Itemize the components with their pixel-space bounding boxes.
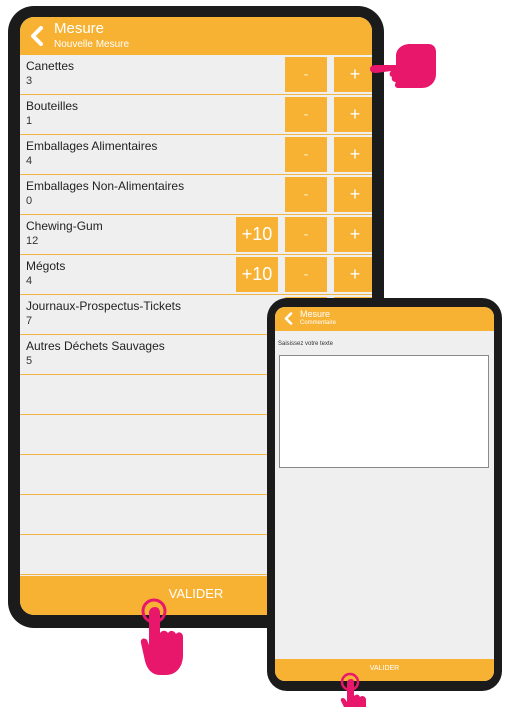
- item-count: 0: [26, 195, 33, 207]
- list-item: Chewing-Gum 12 +10- +: [20, 215, 372, 255]
- increment-button[interactable]: +: [334, 217, 372, 252]
- comment-header-title: Mesure: [300, 309, 331, 319]
- item-count: 3: [26, 75, 33, 87]
- increment-button[interactable]: +: [334, 137, 372, 172]
- item-count: 4: [26, 155, 33, 167]
- item-count: 5: [26, 355, 33, 367]
- main-header: Mesure Nouvelle Mesure: [20, 17, 372, 55]
- item-count: 4: [26, 275, 33, 287]
- list-item: Bouteilles 1 - +: [20, 95, 372, 135]
- decrement-button[interactable]: -: [285, 97, 327, 132]
- increment-button[interactable]: +: [334, 257, 372, 292]
- header-title: Mesure: [54, 20, 105, 37]
- list-item: Canettes 3- +: [20, 55, 372, 95]
- list-item: Mégots 4 +10- +: [20, 255, 372, 295]
- tapping-hand-small-icon: [340, 672, 366, 707]
- comment-textarea[interactable]: [279, 355, 489, 468]
- list-item: Emballages Alimentaires 4 - +: [20, 135, 372, 175]
- item-name: Chewing-Gum: [26, 219, 103, 233]
- comment-header-subtitle: Commentaire: [300, 320, 337, 326]
- header-subtitle: Nouvelle Mesure: [54, 39, 130, 50]
- item-name: Mégots: [26, 259, 66, 273]
- comment-phone-frame: Mesure Commentaire Saisissez votre texte…: [267, 298, 502, 691]
- plus-ten-button[interactable]: +10: [236, 217, 278, 252]
- back-icon[interactable]: [284, 312, 293, 325]
- increment-button[interactable]: +: [334, 97, 372, 132]
- comment-screen: Mesure Commentaire Saisissez votre texte…: [275, 307, 494, 681]
- comment-validate-button[interactable]: VALIDER: [275, 659, 494, 681]
- item-name: Emballages Non-Alimentaires: [26, 179, 185, 193]
- tapping-hand-icon: [140, 598, 183, 675]
- decrement-button[interactable]: -: [285, 217, 327, 252]
- back-icon[interactable]: [30, 26, 44, 46]
- comment-prompt: Saisissez votre texte: [278, 341, 334, 347]
- increment-button[interactable]: +: [334, 177, 372, 212]
- pointing-hand-icon: [370, 44, 436, 88]
- item-count: 7: [26, 315, 33, 327]
- item-count: 12: [26, 235, 39, 247]
- comment-header: Mesure Commentaire: [275, 307, 494, 331]
- list-item: Emballages Non-Alimentaires 0 - +: [20, 175, 372, 215]
- item-name: Canettes: [26, 59, 75, 73]
- item-name: Autres Déchets Sauvages: [26, 339, 165, 353]
- decrement-button[interactable]: -: [285, 57, 327, 92]
- comment-validate-label: VALIDER: [369, 665, 400, 672]
- item-count: 1: [26, 115, 33, 127]
- item-name: Emballages Alimentaires: [26, 139, 158, 153]
- item-name: Bouteilles: [26, 99, 79, 113]
- item-name: Journaux-Prospectus-Tickets: [26, 299, 181, 313]
- decrement-button[interactable]: -: [285, 257, 327, 292]
- plus-ten-button[interactable]: +10: [236, 257, 278, 292]
- decrement-button[interactable]: -: [285, 177, 327, 212]
- decrement-button[interactable]: -: [285, 137, 327, 172]
